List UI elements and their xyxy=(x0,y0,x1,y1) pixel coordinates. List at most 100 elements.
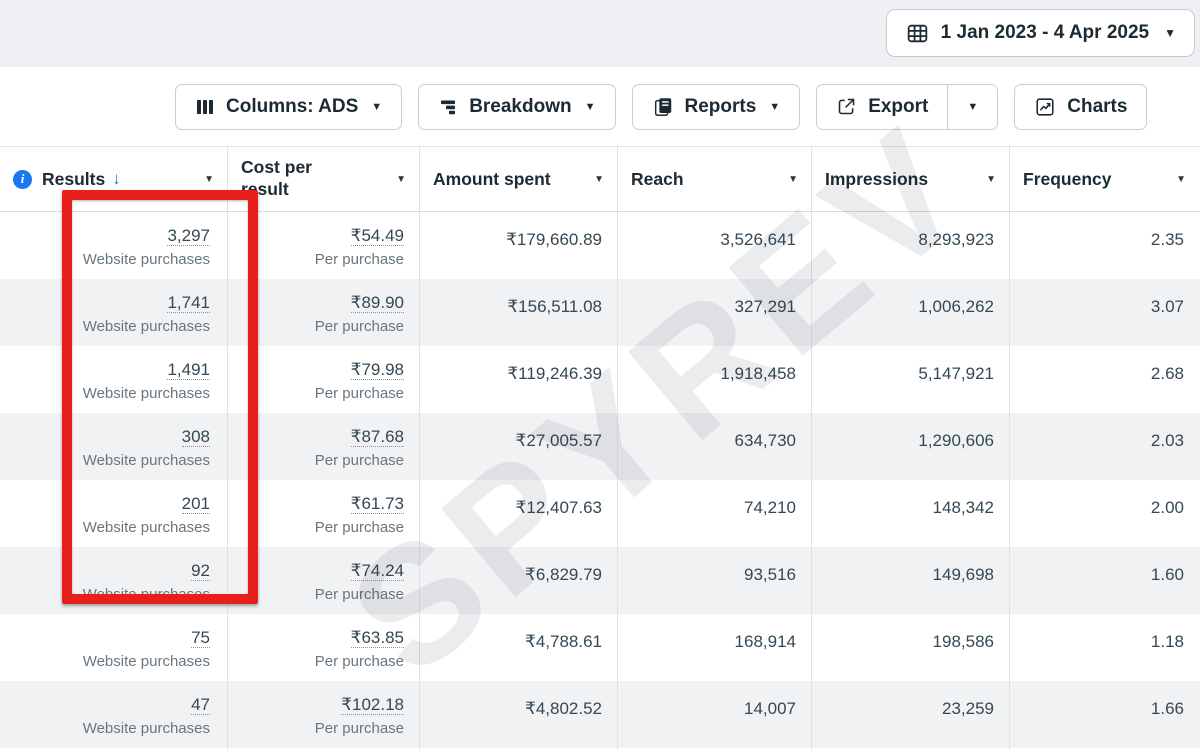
results-value[interactable]: 201 xyxy=(182,494,210,514)
amount-spent-value: ₹156,511.08 xyxy=(507,297,602,316)
frequency-value: 2.68 xyxy=(1151,364,1184,383)
column-header-reach[interactable]: Reach ▼ xyxy=(618,147,812,211)
column-header-results[interactable]: i Results ↓ ▼ xyxy=(0,147,228,211)
amount-spent-value: ₹12,407.63 xyxy=(516,498,602,517)
results-value[interactable]: 308 xyxy=(182,427,210,447)
reach-value: 168,914 xyxy=(735,632,796,651)
column-header-cost-per-result[interactable]: Cost per result ▼ xyxy=(228,147,420,211)
chevron-down-icon: ▼ xyxy=(371,101,382,113)
impressions-value: 23,259 xyxy=(942,699,994,718)
column-header-label: Amount spent xyxy=(433,169,551,190)
chevron-down-icon: ▼ xyxy=(585,101,596,113)
columns-icon xyxy=(195,97,215,117)
column-header-label: Results xyxy=(42,169,105,190)
cost-per-result-value[interactable]: ₹102.18 xyxy=(341,695,404,715)
column-header-impressions[interactable]: Impressions ▼ xyxy=(812,147,1010,211)
cost-type-label: Per purchase xyxy=(236,251,404,269)
frequency-value: 2.35 xyxy=(1151,230,1184,249)
amount-spent-value: ₹119,246.39 xyxy=(507,364,602,383)
reports-button[interactable]: Reports ▼ xyxy=(632,84,801,130)
charts-button[interactable]: Charts xyxy=(1014,84,1147,130)
impressions-value: 149,698 xyxy=(933,565,994,584)
table-header-row: i Results ↓ ▼ Cost per result ▼ Amount s… xyxy=(0,146,1200,212)
cost-per-result-value[interactable]: ₹63.85 xyxy=(351,628,404,648)
impressions-value: 198,586 xyxy=(933,632,994,651)
breakdown-icon xyxy=(438,97,458,117)
export-icon xyxy=(836,96,857,117)
column-header-label: Impressions xyxy=(825,169,928,190)
frequency-value: 3.07 xyxy=(1151,297,1184,316)
reach-value: 3,526,641 xyxy=(720,230,796,249)
amount-spent-value: ₹4,802.52 xyxy=(525,699,602,718)
results-type-label: Website purchases xyxy=(8,452,210,470)
amount-spent-value: ₹4,788.61 xyxy=(525,632,602,651)
results-value[interactable]: 1,491 xyxy=(167,360,210,380)
cost-type-label: Per purchase xyxy=(236,586,404,604)
charts-button-label: Charts xyxy=(1067,96,1127,118)
chevron-down-icon[interactable]: ▼ xyxy=(204,174,214,185)
cost-type-label: Per purchase xyxy=(236,653,404,671)
table-row: 1,741 Website purchases ₹89.90 Per purchas… xyxy=(0,279,1200,346)
cost-per-result-value[interactable]: ₹87.68 xyxy=(351,427,404,447)
results-value[interactable]: 75 xyxy=(191,628,210,648)
column-header-frequency[interactable]: Frequency ▼ xyxy=(1010,147,1200,211)
export-button[interactable]: Export xyxy=(817,85,947,129)
amount-spent-value: ₹179,660.89 xyxy=(506,230,602,249)
cost-type-label: Per purchase xyxy=(236,519,404,537)
charts-icon xyxy=(1034,96,1056,118)
chevron-down-icon[interactable]: ▼ xyxy=(986,174,996,185)
cost-per-result-value[interactable]: ₹89.90 xyxy=(351,293,404,313)
table-row: 1,491 Website purchases ₹79.98 Per purchas… xyxy=(0,346,1200,413)
reach-value: 74,210 xyxy=(744,498,796,517)
impressions-value: 1,006,262 xyxy=(918,297,994,316)
frequency-value: 1.60 xyxy=(1151,565,1184,584)
chevron-down-icon[interactable]: ▼ xyxy=(1176,174,1186,185)
cost-type-label: Per purchase xyxy=(236,318,404,336)
chevron-down-icon: ▼ xyxy=(769,101,780,113)
columns-button-label: Columns: ADS xyxy=(226,96,358,118)
results-type-label: Website purchases xyxy=(8,653,210,671)
sort-descending-icon: ↓ xyxy=(112,169,121,189)
cost-per-result-value[interactable]: ₹54.49 xyxy=(351,226,404,246)
column-header-amount-spent[interactable]: Amount spent ▼ xyxy=(420,147,618,211)
chevron-down-icon[interactable]: ▼ xyxy=(788,174,798,185)
columns-button[interactable]: Columns: ADS ▼ xyxy=(175,84,402,130)
cost-per-result-value[interactable]: ₹79.98 xyxy=(351,360,404,380)
export-options-button[interactable]: ▼ xyxy=(947,85,997,129)
date-range-picker[interactable]: 1 Jan 2023 - 4 Apr 2025 ▼ xyxy=(886,9,1195,57)
results-type-label: Website purchases xyxy=(8,318,210,336)
results-value[interactable]: 92 xyxy=(191,561,210,581)
column-divider xyxy=(617,146,618,750)
results-value[interactable]: 1,741 xyxy=(167,293,210,313)
table-row: 3,297Website purchases ₹54.49Per purchas… xyxy=(0,212,1200,279)
breakdown-button-label: Breakdown xyxy=(469,96,571,118)
breakdown-button[interactable]: Breakdown ▼ xyxy=(418,84,615,130)
export-button-label: Export xyxy=(868,96,928,118)
chevron-down-icon[interactable]: ▼ xyxy=(396,174,406,185)
impressions-value: 1,290,606 xyxy=(918,431,994,450)
results-value[interactable]: 3,297 xyxy=(167,226,210,246)
cost-type-label: Per purchase xyxy=(236,452,404,470)
frequency-value: 1.18 xyxy=(1151,632,1184,651)
calendar-icon xyxy=(905,21,930,46)
table-row: 92Website purchases ₹74.24Per purchase ₹… xyxy=(0,547,1200,614)
impressions-value: 8,293,923 xyxy=(918,230,994,249)
results-type-label: Website purchases xyxy=(8,385,210,403)
cost-type-label: Per purchase xyxy=(236,385,404,403)
column-header-label: Reach xyxy=(631,169,684,190)
amount-spent-value: ₹6,829.79 xyxy=(525,565,602,584)
chevron-down-icon[interactable]: ▼ xyxy=(594,174,604,185)
cost-per-result-value[interactable]: ₹74.24 xyxy=(351,561,404,581)
cost-per-result-value[interactable]: ₹61.73 xyxy=(351,494,404,514)
cost-type-label: Per purchase xyxy=(236,720,404,738)
table-body: 3,297 Website purchases ₹54.49 Per purchas… xyxy=(0,212,1200,748)
info-icon[interactable]: i xyxy=(13,170,32,189)
column-divider xyxy=(227,146,228,750)
toolbar: Columns: ADS ▼ Breakdown ▼ xyxy=(0,67,1200,146)
table-row: 308Website purchases ₹87.68Per purchase … xyxy=(0,413,1200,480)
frequency-value: 2.00 xyxy=(1151,498,1184,517)
reach-value: 634,730 xyxy=(735,431,796,450)
frequency-value: 1.66 xyxy=(1151,699,1184,718)
column-header-label: Frequency xyxy=(1023,169,1112,190)
results-value[interactable]: 47 xyxy=(191,695,210,715)
